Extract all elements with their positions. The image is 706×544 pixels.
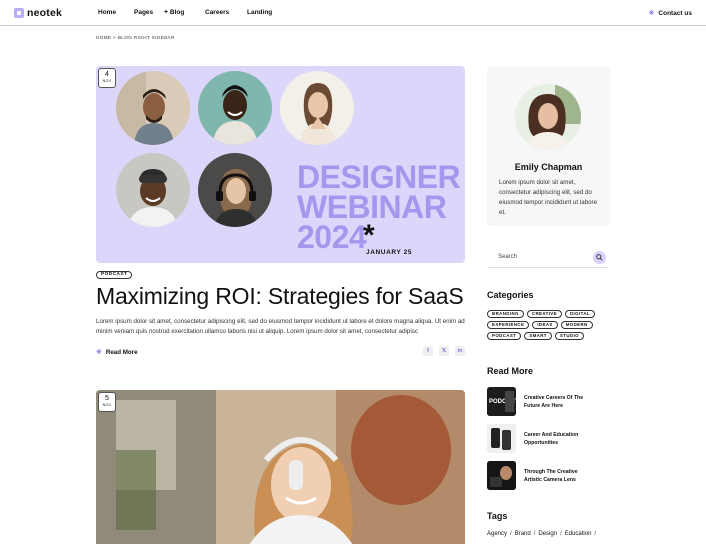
read-more-item[interactable]: PODCAST Creative Careers Of The Future A… <box>487 387 594 416</box>
category-chip[interactable]: PODCAST <box>487 332 522 340</box>
category-chip[interactable]: EXPERIENCE <box>487 321 530 329</box>
date-badge: 5 NOV <box>98 392 116 412</box>
nav-item-home[interactable]: Home <box>98 9 116 16</box>
asterisk-icon: * <box>363 219 375 252</box>
search-icon <box>596 254 603 261</box>
site-header: neotek Home Pages + Blog Careers Landing… <box>0 0 706 26</box>
banner-line: 2024 <box>297 219 367 255</box>
date-month: NOV <box>102 79 112 83</box>
featured-post-image[interactable]: 4 NOV DESIGNER WEBINAR 2024 * JANUARY 25 <box>96 66 465 263</box>
categories-list: BRANDING CREATIVE DIGITAL EXPERIENCE IDE… <box>487 310 612 340</box>
nav-item-landing[interactable]: Landing <box>247 9 272 16</box>
contact-label: Contact us <box>658 9 692 17</box>
date-month: NOV <box>102 403 112 407</box>
read-more-label: Read More <box>105 348 138 356</box>
category-chip[interactable]: DIGITAL <box>564 310 595 318</box>
asterisk-icon: ✳ <box>96 349 102 356</box>
banner-line: DESIGNER <box>297 159 461 195</box>
breadcrumb[interactable]: HOME > BLOG RIGHT SIDEBAR <box>96 35 175 40</box>
category-chip[interactable]: BRANDING <box>487 310 524 318</box>
nav-item-pages[interactable]: Pages <box>134 9 153 16</box>
tag-separator: / <box>560 531 562 537</box>
banner-line: WEBINAR <box>297 189 447 225</box>
linkedin-icon[interactable]: in <box>455 346 465 356</box>
tags-list: Agency / Brand / Design / Education / <box>487 531 599 537</box>
read-more-title[interactable]: Career And Education Opportunities <box>524 431 594 447</box>
category-chip[interactable]: MODERN <box>560 321 593 329</box>
read-more-link[interactable]: ✳ Read More <box>96 348 138 357</box>
read-more-title[interactable]: Through The Creative Artistic Camera Len… <box>524 468 594 484</box>
speaker-photo <box>198 153 272 227</box>
tag-link[interactable]: Design <box>538 531 557 537</box>
category-chip[interactable]: STUDIO <box>554 332 584 340</box>
tag-link[interactable]: Agency <box>487 531 507 537</box>
second-post-image[interactable]: 5 NOV <box>96 390 465 544</box>
contact-link[interactable]: ✳ Contact us <box>648 9 692 18</box>
search-field[interactable]: Search <box>487 248 609 268</box>
author-avatar <box>515 84 581 150</box>
category-chip[interactable]: SMART <box>524 332 552 340</box>
banner-date: JANUARY 25 <box>366 249 413 256</box>
plus-icon: + <box>164 9 169 16</box>
x-twitter-icon[interactable]: 𝕏 <box>439 346 449 356</box>
tag-link[interactable]: Brand <box>515 531 531 537</box>
search-input[interactable]: Search <box>498 254 517 260</box>
nav-item-blog-label: Blog <box>169 9 185 16</box>
logo-text: neotek <box>27 7 63 19</box>
read-more-item[interactable]: Through The Creative Artistic Camera Len… <box>487 461 594 490</box>
read-more-thumbnail: PODCAST <box>487 387 516 416</box>
post-category-tag[interactable]: PODCAST <box>96 271 133 279</box>
category-chip[interactable]: IDEAS <box>532 321 558 329</box>
read-more-heading: Read More <box>487 366 534 376</box>
author-card: Emily Chapman Lorem ipsum dolor sit amet… <box>487 66 610 226</box>
nav-item-careers[interactable]: Careers <box>205 9 229 16</box>
speaker-photo <box>116 71 190 145</box>
logo[interactable]: neotek <box>14 7 62 19</box>
category-chip[interactable]: CREATIVE <box>526 310 562 318</box>
tag-separator: / <box>533 531 536 537</box>
speaker-photo <box>116 153 190 227</box>
read-more-item[interactable]: Career And Education Opportunities <box>487 424 594 453</box>
post-excerpt: Lorem ipsum dolor sit amet, consectetur … <box>96 318 465 335</box>
date-badge: 4 NOV <box>98 68 116 88</box>
tag-link[interactable]: Education <box>565 531 592 537</box>
categories-heading: Categories <box>487 290 534 300</box>
date-day: 5 <box>105 395 109 402</box>
logo-icon <box>14 8 24 18</box>
tags-heading: Tags <box>487 511 508 521</box>
post-title[interactable]: Maximizing ROI: Strategies for SaaS <box>96 283 464 310</box>
speaker-photo <box>198 71 272 145</box>
read-more-thumbnail <box>487 461 516 490</box>
facebook-icon[interactable]: f <box>423 346 433 356</box>
read-more-thumbnail <box>487 424 516 453</box>
search-button[interactable] <box>593 251 606 264</box>
tag-separator: / <box>510 531 512 537</box>
date-day: 4 <box>105 71 109 78</box>
tag-separator: / <box>594 531 597 537</box>
read-more-title[interactable]: Creative Careers Of The Future Are Here <box>524 394 594 410</box>
plus-icon: ✳ <box>648 10 655 17</box>
nav-item-blog[interactable]: + Blog <box>164 9 184 16</box>
banner-title: DESIGNER WEBINAR 2024 <box>297 159 461 255</box>
author-name: Emily Chapman <box>514 162 583 172</box>
author-bio: Lorem ipsum dolor sit amet, consectetur … <box>499 179 598 216</box>
speaker-photo <box>280 71 354 145</box>
